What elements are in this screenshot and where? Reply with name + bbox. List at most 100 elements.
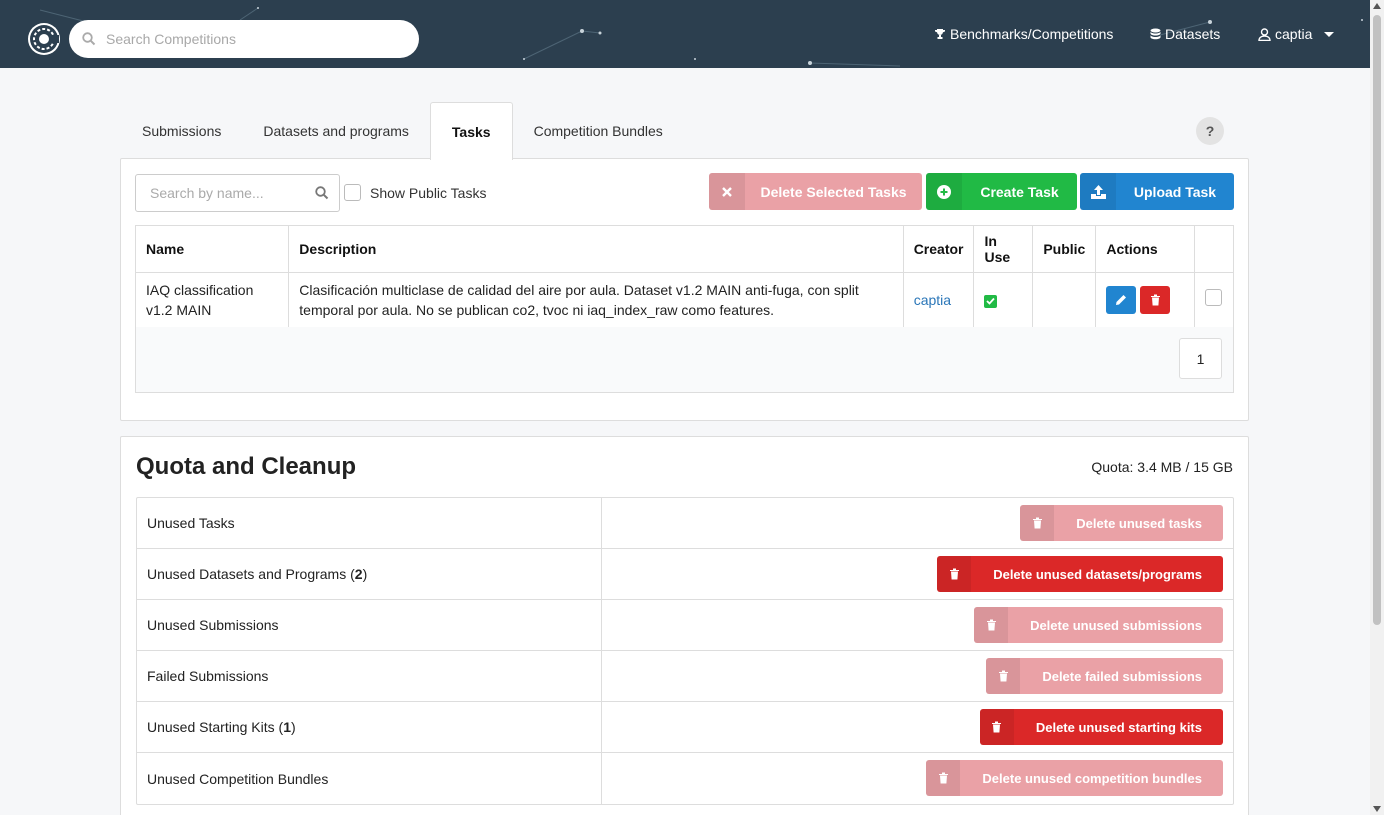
- cleanup-label-text: Unused Tasks: [147, 515, 235, 531]
- scroll-down-icon[interactable]: [1373, 806, 1381, 812]
- user-icon: [1258, 27, 1271, 41]
- task-select-cell: [1193, 272, 1235, 328]
- upload-task-label: Upload Task: [1133, 183, 1217, 200]
- cleanup-row-unused-tasks: Unused Tasks Delete unused tasks: [137, 498, 1233, 549]
- task-search[interactable]: [135, 174, 340, 212]
- top-navbar: Benchmarks/Competitions Datasets captia: [0, 0, 1370, 68]
- task-search-input[interactable]: [150, 185, 310, 201]
- nav-benchmarks[interactable]: Benchmarks/Competitions: [934, 0, 1113, 68]
- edit-task-button[interactable]: [1106, 286, 1137, 314]
- task-in-use: [973, 272, 1034, 328]
- column-public[interactable]: Public: [1032, 225, 1097, 273]
- column-select: [1193, 225, 1235, 273]
- task-select-checkbox[interactable]: [1204, 289, 1222, 306]
- plus-circle-icon: [926, 173, 962, 210]
- management-tabs: Submissions Datasets and programs Tasks …: [121, 102, 684, 160]
- codabench-logo[interactable]: [28, 23, 60, 55]
- tab-competition-bundles[interactable]: Competition Bundles: [513, 102, 684, 159]
- task-description: Clasificación multiclase de calidad del …: [288, 272, 904, 328]
- delete-failed-submissions-label: Delete failed submissions: [1042, 668, 1202, 684]
- search-icon: [315, 186, 329, 203]
- task-name[interactable]: IAQ classification v1.2 MAIN: [134, 272, 290, 328]
- delete-unused-submissions-button[interactable]: Delete unused submissions: [974, 607, 1223, 643]
- column-description[interactable]: Description: [288, 225, 904, 273]
- show-public-tasks-checkbox[interactable]: [344, 184, 361, 201]
- delete-unused-tasks-button[interactable]: Delete unused tasks: [1020, 505, 1223, 541]
- nav-datasets[interactable]: Datasets: [1150, 0, 1220, 68]
- trash-icon: [1150, 294, 1160, 306]
- delete-unused-datasets-button[interactable]: Delete unused datasets/programs: [937, 556, 1223, 592]
- table-footer: 1: [135, 327, 1234, 393]
- competition-search-input[interactable]: [106, 31, 396, 47]
- cleanup-row-unused-submissions: Unused Submissions Delete unused submiss…: [137, 600, 1233, 651]
- cleanup-label: Unused Submissions: [137, 600, 602, 650]
- delete-unused-bundles-button[interactable]: Delete unused competition bundles: [926, 760, 1223, 796]
- delete-unused-submissions-label: Delete unused submissions: [1030, 617, 1202, 633]
- tasks-table: Name Description Creator In Use Public A…: [134, 225, 1235, 328]
- show-public-tasks-toggle[interactable]: Show Public Tasks: [344, 184, 486, 201]
- scrollbar-thumb[interactable]: [1373, 15, 1381, 625]
- delete-selected-tasks-button[interactable]: Delete Selected Tasks: [709, 173, 922, 210]
- cleanup-row-unused-starting-kits: Unused Starting Kits (1) Delete unused s…: [137, 702, 1233, 753]
- nav-benchmarks-label: Benchmarks/Competitions: [950, 26, 1114, 42]
- cleanup-label: Unused Datasets and Programs (2): [137, 549, 602, 599]
- cleanup-label: Unused Competition Bundles: [137, 753, 602, 804]
- quota-cleanup-panel: Quota and Cleanup Quota: 3.4 MB / 15 GB …: [120, 436, 1249, 815]
- cleanup-label-text: Unused Datasets and Programs: [147, 566, 347, 582]
- tasks-table-header: Name Description Creator In Use Public A…: [134, 225, 1235, 273]
- check-icon: [984, 294, 998, 308]
- close-icon: [709, 173, 745, 210]
- trash-icon: [974, 607, 1009, 643]
- cleanup-label-text: Unused Submissions: [147, 617, 279, 633]
- upload-task-button[interactable]: Upload Task: [1080, 173, 1234, 210]
- quota-usage: Quota: 3.4 MB / 15 GB: [1091, 459, 1233, 475]
- cleanup-label-text: Failed Submissions: [147, 668, 269, 684]
- cleanup-count: 2: [354, 566, 363, 582]
- quota-title: Quota and Cleanup: [136, 453, 357, 480]
- nav-datasets-label: Datasets: [1165, 26, 1221, 42]
- column-in-use[interactable]: In Use: [973, 225, 1034, 273]
- tab-submissions[interactable]: Submissions: [121, 102, 242, 159]
- help-button[interactable]: ?: [1196, 117, 1224, 145]
- trash-icon: [1020, 505, 1055, 541]
- show-public-tasks-label: Show Public Tasks: [370, 184, 487, 201]
- tasks-panel: Show Public Tasks Delete Selected Tasks …: [120, 158, 1249, 421]
- pagination-page-1[interactable]: 1: [1179, 338, 1222, 379]
- user-name: captia: [1275, 26, 1313, 42]
- trash-icon: [986, 658, 1021, 694]
- scroll-up-icon[interactable]: [1373, 3, 1381, 9]
- delete-failed-submissions-button[interactable]: Delete failed submissions: [986, 658, 1223, 694]
- user-menu[interactable]: captia: [1258, 0, 1335, 68]
- delete-unused-starting-kits-button[interactable]: Delete unused starting kits: [979, 709, 1223, 745]
- trash-icon: [937, 556, 972, 592]
- task-actions: [1095, 272, 1195, 328]
- tab-tasks[interactable]: Tasks: [429, 102, 513, 160]
- column-creator[interactable]: Creator: [902, 225, 975, 273]
- cleanup-table: Unused Tasks Delete unused tasks Unused …: [136, 497, 1234, 805]
- cleanup-label-text: Unused Starting Kits: [147, 719, 275, 735]
- delete-unused-tasks-label: Delete unused tasks: [1076, 515, 1202, 531]
- trash-icon: [979, 709, 1014, 745]
- task-creator-link[interactable]: captia: [902, 272, 975, 328]
- table-row[interactable]: IAQ classification v1.2 MAIN Clasificaci…: [134, 272, 1235, 328]
- page-scrollbar[interactable]: [1370, 0, 1384, 815]
- chevron-down-icon: [1324, 31, 1335, 37]
- trash-icon: [926, 760, 961, 796]
- competition-search[interactable]: [69, 20, 419, 58]
- cleanup-label-text: Unused Competition Bundles: [147, 770, 329, 787]
- cleanup-label: Failed Submissions: [137, 651, 602, 701]
- trophy-icon: [934, 28, 946, 40]
- tab-datasets-and-programs[interactable]: Datasets and programs: [242, 102, 430, 159]
- create-task-label: Create Task: [980, 183, 1059, 200]
- upload-icon: [1080, 173, 1116, 210]
- task-public: [1032, 272, 1097, 328]
- cleanup-row-unused-datasets: Unused Datasets and Programs (2) Delete …: [137, 549, 1233, 600]
- delete-selected-tasks-label: Delete Selected Tasks: [760, 183, 907, 200]
- pencil-icon: [1116, 295, 1127, 305]
- column-name[interactable]: Name: [134, 225, 290, 273]
- create-task-button[interactable]: Create Task: [926, 173, 1077, 210]
- delete-task-button[interactable]: [1140, 286, 1171, 314]
- delete-unused-bundles-label: Delete unused competition bundles: [982, 770, 1202, 786]
- delete-unused-starting-kits-label: Delete unused starting kits: [1035, 719, 1202, 735]
- cleanup-count: 1: [283, 719, 291, 735]
